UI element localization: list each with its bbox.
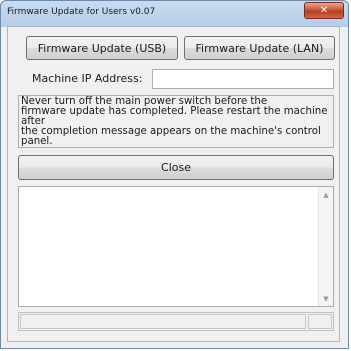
window-title: Firmware Update for Users v0.07 <box>7 7 156 17</box>
main-panel: Firmware Update (USB) Firmware Update (L… <box>7 26 340 342</box>
status-bar <box>18 312 334 331</box>
firmware-update-lan-button[interactable]: Firmware Update (LAN) <box>184 36 335 60</box>
close-icon: ✕ <box>319 5 329 16</box>
title-bar[interactable]: Firmware Update for Users v0.07 ✕ <box>1 1 348 27</box>
window-close-button[interactable]: ✕ <box>304 2 344 19</box>
scroll-down-icon[interactable]: ▼ <box>319 291 333 306</box>
log-scrollbar[interactable]: ▲ ▼ <box>318 187 333 306</box>
machine-ip-label: Machine IP Address: <box>32 72 143 85</box>
status-pane-secondary <box>308 314 332 329</box>
scroll-up-icon[interactable]: ▲ <box>319 187 333 202</box>
status-pane-main <box>20 314 306 329</box>
close-button[interactable]: Close <box>18 155 334 180</box>
machine-ip-input[interactable] <box>152 69 334 89</box>
warning-notice: Never turn off the main power switch bef… <box>18 95 334 148</box>
log-output-area[interactable]: ▲ ▼ <box>18 186 334 307</box>
firmware-update-usb-button[interactable]: Firmware Update (USB) <box>26 36 178 60</box>
